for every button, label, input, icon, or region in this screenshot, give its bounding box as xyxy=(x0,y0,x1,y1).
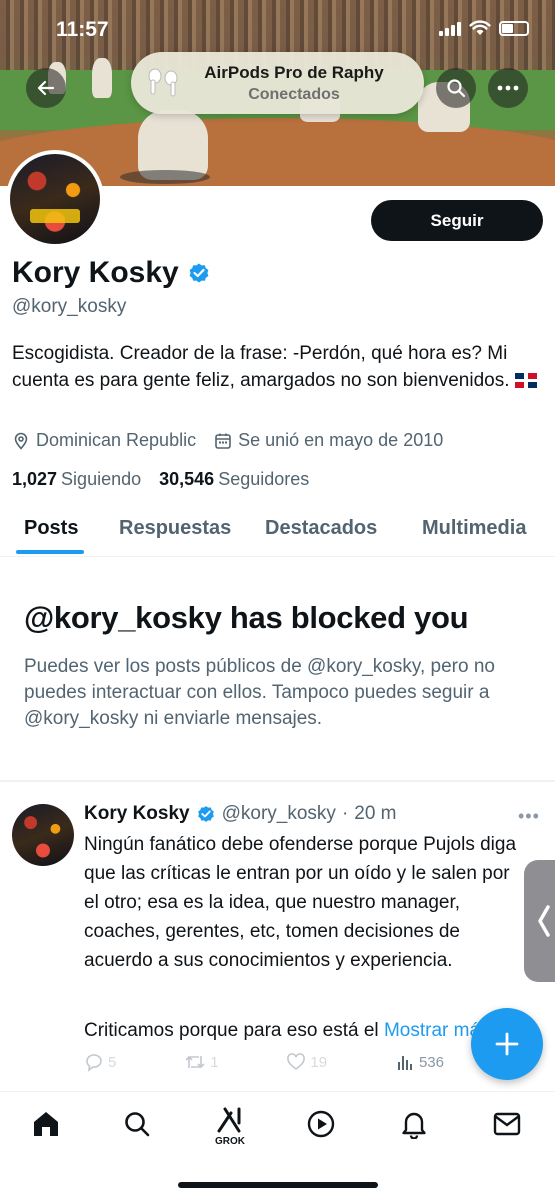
profile-name: Kory Kosky xyxy=(12,256,211,290)
status-bar: 11:57 xyxy=(0,0,555,56)
post-header: Kory Kosky @kory_kosky · 20 m xyxy=(84,803,397,825)
nav-grok[interactable] xyxy=(212,1102,248,1138)
profile-tabs: Posts Respuestas Destacados Multimedia xyxy=(0,502,555,557)
repost-count: 1 xyxy=(210,1053,219,1071)
verified-badge-icon[interactable] xyxy=(187,261,211,285)
profile-avatar[interactable] xyxy=(6,150,104,248)
compose-button[interactable] xyxy=(471,1008,543,1080)
follow-button[interactable]: Seguir xyxy=(371,200,543,241)
search-icon xyxy=(125,1112,150,1137)
back-button[interactable] xyxy=(26,68,66,108)
display-name: Kory Kosky xyxy=(12,256,179,289)
location-text: Dominican Republic xyxy=(36,430,197,450)
blocked-title: @kory_kosky has blocked you xyxy=(24,600,469,635)
cellular-signal-icon xyxy=(439,20,461,36)
airpods-device-name: AirPods Pro de Raphy xyxy=(204,63,384,82)
like-button[interactable]: 19 xyxy=(286,1052,327,1072)
grok-icon xyxy=(217,1107,241,1133)
airpods-icon xyxy=(148,68,178,97)
reply-button[interactable]: 5 xyxy=(84,1052,116,1072)
following-count: 1,027 xyxy=(12,469,58,489)
post-separator: · xyxy=(341,803,349,824)
post-author-name[interactable]: Kory Kosky xyxy=(84,803,190,825)
follow-counts: 1,027 Siguiendo 30,546 Seguidores xyxy=(12,469,309,490)
joined-text: Se unió en mayo de 2010 xyxy=(238,430,444,450)
reply-icon xyxy=(86,1054,102,1072)
wifi-icon xyxy=(469,20,491,35)
repost-icon xyxy=(185,1055,205,1069)
calendar-icon xyxy=(215,433,231,449)
airpods-connected-notification[interactable]: AirPods Pro de Raphy Conectados xyxy=(131,52,424,114)
followers-count: 30,546 xyxy=(159,469,215,489)
back-arrow-icon xyxy=(37,80,55,96)
post-text[interactable]: Ningún fanático debe ofenderse porque Pu… xyxy=(84,830,524,975)
banner-player xyxy=(92,58,112,98)
followers-label: Seguidores xyxy=(218,469,310,489)
location-icon xyxy=(14,432,28,450)
tab-respuestas[interactable]: Respuestas xyxy=(119,517,231,540)
video-icon xyxy=(307,1110,335,1138)
profile-location: Dominican Republic xyxy=(12,430,196,451)
post-text-line: Criticamos porque para eso está el xyxy=(84,1020,379,1041)
repost-button[interactable]: 1 xyxy=(184,1052,219,1072)
search-button[interactable] xyxy=(436,68,476,108)
post-timestamp[interactable]: 20 m xyxy=(354,803,396,825)
nav-messages[interactable] xyxy=(489,1106,525,1142)
tab-multimedia[interactable]: Multimedia xyxy=(422,517,526,540)
more-options-button[interactable] xyxy=(488,68,528,108)
profile-joined: Se unió en mayo de 2010 xyxy=(214,430,443,451)
active-tab-indicator xyxy=(16,550,84,554)
followers-link[interactable]: 30,546 Seguidores xyxy=(159,469,309,490)
post-author-handle[interactable]: @kory_kosky xyxy=(222,803,336,825)
chevron-left-icon xyxy=(538,905,550,937)
tab-posts[interactable]: Posts xyxy=(24,517,78,540)
dominican-flag-icon xyxy=(514,373,537,388)
more-icon xyxy=(497,85,519,91)
following-label: Siguiendo xyxy=(61,469,142,489)
bell-icon xyxy=(402,1112,426,1139)
bio-text: Escogidista. Creador de la frase: -Perdó… xyxy=(12,343,510,391)
side-panel-handle[interactable] xyxy=(524,860,555,982)
search-icon xyxy=(447,79,466,98)
home-indicator[interactable] xyxy=(178,1182,378,1188)
like-count: 19 xyxy=(310,1053,328,1071)
mail-icon xyxy=(493,1112,521,1136)
compose-plus-icon xyxy=(495,1032,519,1056)
verified-badge-icon[interactable] xyxy=(196,804,216,824)
status-icons xyxy=(439,20,529,36)
post-author-avatar[interactable] xyxy=(12,804,74,866)
nav-video[interactable] xyxy=(303,1106,339,1142)
reply-count: 5 xyxy=(108,1053,117,1071)
views-count: 536 xyxy=(418,1053,444,1071)
nav-grok-label: GROK xyxy=(215,1136,245,1147)
profile-bio: Escogidista. Creador de la frase: -Perdó… xyxy=(12,340,547,394)
battery-icon xyxy=(499,20,529,36)
nav-home[interactable] xyxy=(28,1106,64,1142)
home-icon xyxy=(34,1112,58,1136)
banner-shadow xyxy=(120,170,210,184)
blocked-description: Puedes ver los posts públicos de @kory_k… xyxy=(24,656,495,729)
views-button[interactable]: 536 xyxy=(395,1052,444,1072)
post-text-continued[interactable]: Criticamos porque para eso está el Mostr… xyxy=(84,1016,524,1045)
views-icon xyxy=(397,1056,412,1070)
like-icon xyxy=(287,1053,306,1071)
following-link[interactable]: 1,027 Siguiendo xyxy=(12,469,141,490)
tab-destacados[interactable]: Destacados xyxy=(265,517,377,540)
nav-notifications[interactable] xyxy=(396,1106,432,1142)
post-more-icon[interactable]: ••• xyxy=(518,806,540,827)
nav-explore[interactable] xyxy=(119,1106,155,1142)
post-actions: 5 1 19 536 xyxy=(84,1052,444,1072)
status-time: 11:57 xyxy=(56,18,109,41)
profile-handle: @kory_kosky xyxy=(12,296,127,317)
section-divider xyxy=(0,780,555,782)
profile-meta: Dominican Republic Se unió en mayo de 20… xyxy=(12,430,443,451)
airpods-status: Conectados xyxy=(248,86,340,103)
